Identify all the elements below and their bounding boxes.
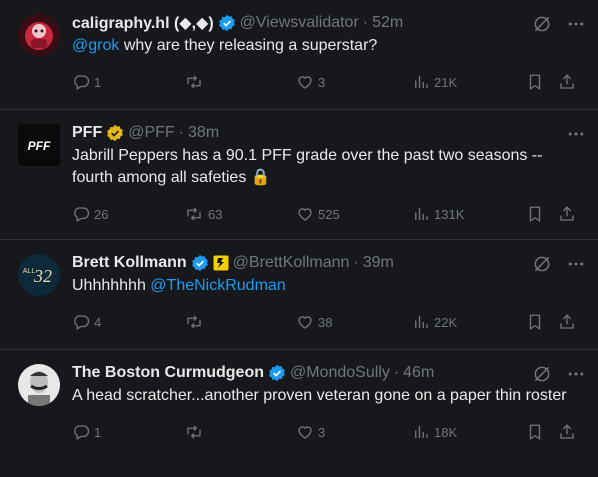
bookmark-button[interactable] [526,313,544,331]
tweet-actions: 26 63 525 131K [72,195,582,233]
tweet-actions: 1 3 21K [72,63,582,101]
tweet-text: Uhhhhhhh @TheNickRudman [72,275,582,297]
like-count: 38 [318,314,333,330]
tweet-text-body: Uhhhhhhh [72,277,151,294]
tweet-text: @grok why are they releasing a superstar… [72,35,582,57]
more-options-icon[interactable] [566,364,586,384]
display-name[interactable]: Brett Kollmann [72,254,187,272]
reply-button[interactable]: 1 [72,73,101,91]
like-button[interactable]: 38 [296,313,332,331]
view-count: 21K [434,74,458,90]
like-button[interactable]: 525 [296,205,340,223]
reply-count: 4 [94,314,102,330]
timestamp[interactable]: 39m [363,254,394,272]
grok-icon[interactable] [532,364,552,384]
separator-dot: · [362,14,369,31]
timestamp[interactable]: 46m [403,364,434,382]
reply-button[interactable]: 1 [72,423,101,441]
mention-link[interactable]: @grok [72,37,119,54]
avatar[interactable]: PFF [18,124,60,166]
view-count: 18K [434,424,458,440]
separator-dot: · [353,254,359,271]
handle[interactable]: @PFF [128,124,174,142]
reply-count: 1 [94,424,102,440]
blue-check-icon [218,14,236,32]
reply-button[interactable]: 26 [72,205,108,223]
display-name[interactable]: PFF [72,124,102,142]
like-count: 525 [318,206,340,222]
share-button[interactable] [558,73,576,91]
more-options-icon[interactable] [566,124,586,144]
views-button[interactable]: 21K [412,73,457,91]
tweet-text: A head scratcher...another proven vetera… [72,387,567,404]
avatar[interactable] [18,364,60,406]
grok-icon[interactable] [532,254,552,274]
gold-check-icon [106,124,124,142]
tweet[interactable]: The Boston Curmudgeon @MondoSully · 46m … [0,350,598,476]
tweet-text-body: why are they releasing a superstar? [119,37,378,54]
repost-button[interactable] [184,313,208,331]
like-button[interactable]: 3 [296,423,325,441]
view-count: 22K [434,314,458,330]
handle[interactable]: @Viewsvalidator [240,14,359,32]
bookmark-button[interactable] [526,205,544,223]
affiliate-badge-icon[interactable] [213,255,229,271]
repost-button[interactable]: 63 [184,205,222,223]
repost-button[interactable] [184,73,208,91]
separator-dot: · [393,364,400,381]
tweet[interactable]: caligraphy.hl (◆,◆) @Viewsvalidator · 52… [0,0,598,110]
tweet-header: caligraphy.hl (◆,◆) @Viewsvalidator · 52… [72,12,582,34]
more-options-icon[interactable] [566,14,586,34]
mention-link[interactable]: @TheNickRudman [150,277,285,294]
view-count: 131K [434,206,465,222]
blue-check-icon [191,254,209,272]
avatar-logo-text: PFF [28,139,51,153]
tweet-header: The Boston Curmudgeon @MondoSully · 46m [72,362,582,384]
display-name[interactable]: caligraphy.hl (◆,◆) [72,13,214,33]
display-name[interactable]: The Boston Curmudgeon [72,364,264,382]
bookmark-button[interactable] [526,423,544,441]
share-button[interactable] [558,313,576,331]
more-options-icon[interactable] [566,254,586,274]
share-button[interactable] [558,423,576,441]
tweet[interactable]: PFF PFF @PFF · 38m Jabrill Peppers has a… [0,110,598,240]
timeline-feed: caligraphy.hl (◆,◆) @Viewsvalidator · 52… [0,0,598,476]
avatar[interactable]: ALL 32 [18,254,60,296]
repost-button[interactable] [184,423,208,441]
timestamp[interactable]: 38m [188,124,219,142]
grok-icon[interactable] [532,14,552,34]
repost-count: 63 [208,206,223,222]
tweet-text: Jabrill Peppers has a 90.1 PFF grade ove… [72,147,543,186]
like-count: 3 [318,424,326,440]
bookmark-button[interactable] [526,73,544,91]
views-button[interactable]: 18K [412,423,457,441]
tweet[interactable]: ALL 32 Brett Kollmann @BrettKollmann · 3… [0,240,598,350]
timestamp[interactable]: 52m [372,14,403,32]
avatar-logo-number: 32 [33,266,52,286]
like-count: 3 [318,74,326,90]
separator-dot: · [178,124,185,141]
like-button[interactable]: 3 [296,73,325,91]
handle[interactable]: @MondoSully [290,364,390,382]
reply-count: 1 [94,74,102,90]
reply-button[interactable]: 4 [72,313,101,331]
reply-count: 26 [94,206,109,222]
handle[interactable]: @BrettKollmann [233,254,350,272]
tweet-actions: 1 3 18K [72,413,582,451]
tweet-header: PFF @PFF · 38m [72,122,582,144]
share-button[interactable] [558,205,576,223]
tweet-header: Brett Kollmann @BrettKollmann · 39m [72,252,582,274]
avatar[interactable] [18,14,60,56]
views-button[interactable]: 131K [412,205,464,223]
blue-check-icon [268,364,286,382]
tweet-actions: 4 38 22K [72,303,582,341]
views-button[interactable]: 22K [412,313,457,331]
